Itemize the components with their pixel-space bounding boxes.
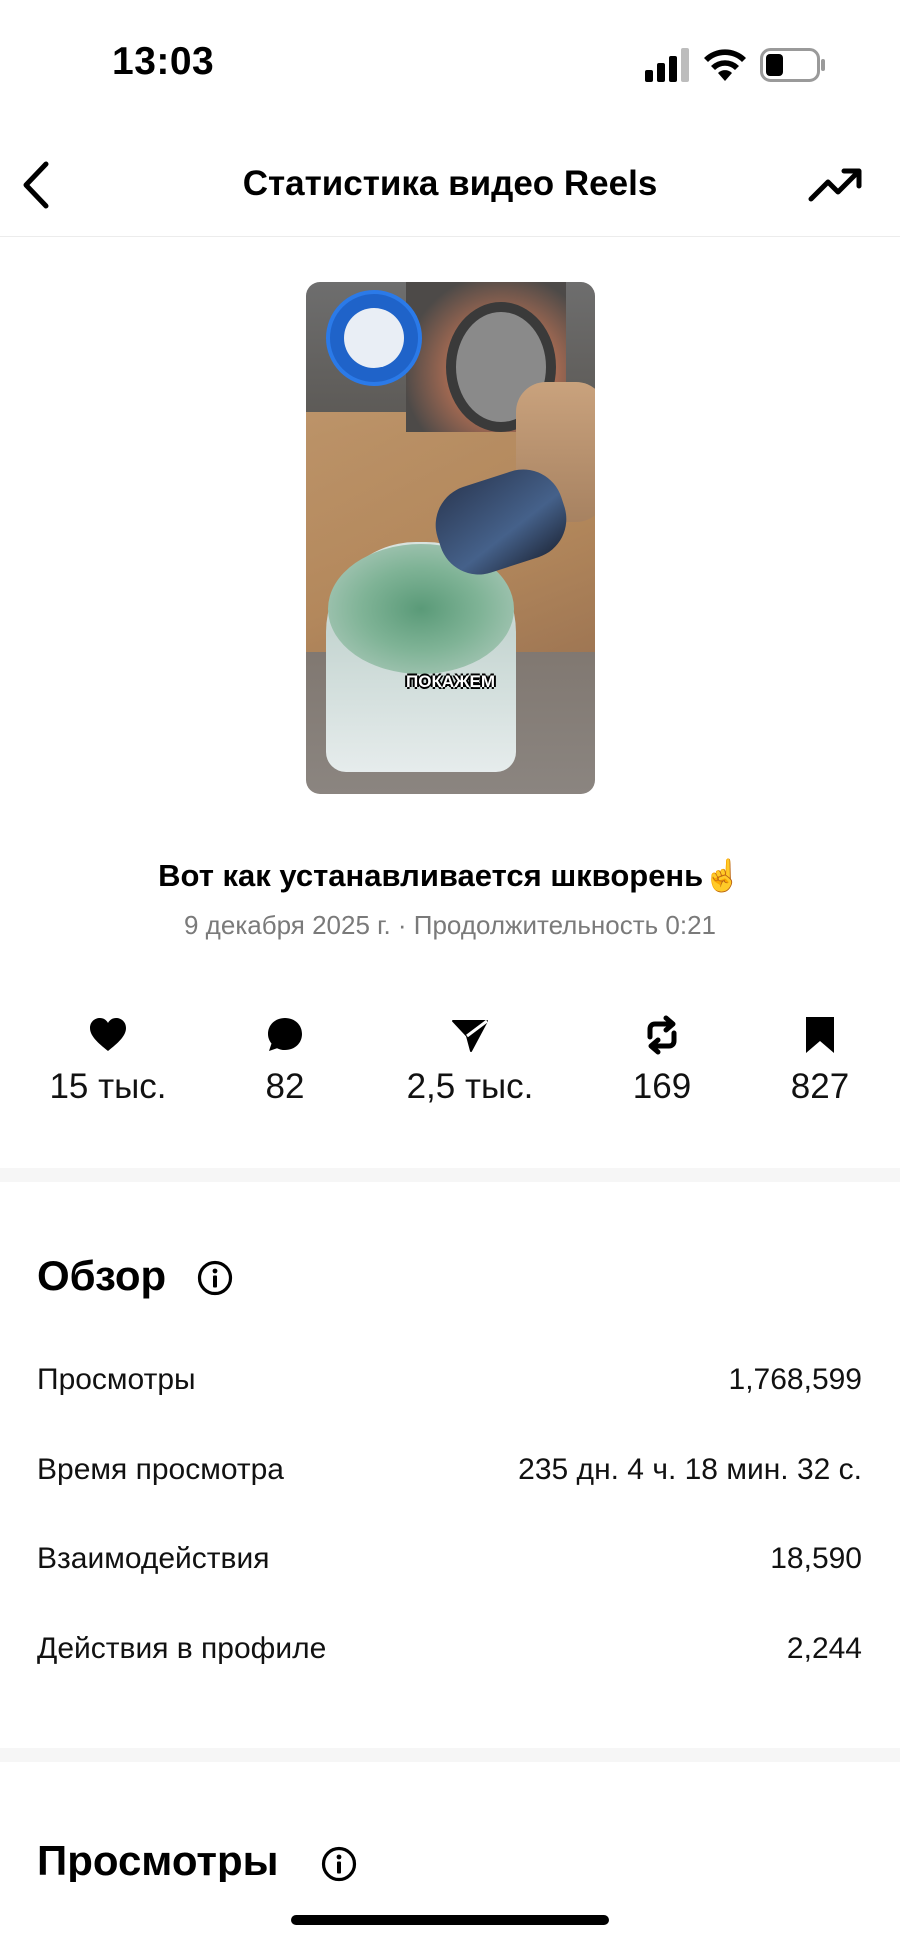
cellular-signal-icon — [645, 48, 689, 82]
stat-comments: 82 — [205, 1015, 365, 1107]
section-separator — [0, 1748, 900, 1762]
overview-row-value: 1,768,599 — [728, 1363, 862, 1396]
video-title: Вот как устанавливается шкворень☝️ — [158, 858, 742, 893]
overview-row-label: Просмотры — [37, 1363, 196, 1396]
views-section-clip: Просмотры — [0, 1780, 900, 1882]
back-arrow-icon[interactable] — [18, 160, 54, 210]
section-separator — [0, 1168, 900, 1182]
header-divider — [0, 236, 900, 237]
bookmark-icon — [806, 1017, 834, 1053]
views-heading: Просмотры — [37, 1837, 279, 1882]
overview-row-label: Действия в профиле — [37, 1632, 327, 1665]
overview-heading: Обзор — [37, 1252, 167, 1299]
overview-row-label: Время просмотра — [37, 1453, 284, 1486]
likes-count: 15 тыс. — [49, 1067, 167, 1106]
page-title: Статистика видео Reels — [242, 164, 658, 203]
video-meta: 9 декабря 2025 г. · Продолжительность 0:… — [184, 910, 716, 940]
trending-up-icon[interactable] — [808, 165, 864, 205]
reposts-count: 169 — [632, 1067, 692, 1106]
home-indicator[interactable] — [291, 1915, 609, 1925]
battery-icon — [760, 48, 825, 82]
heart-icon — [90, 1018, 126, 1051]
channel-logo — [326, 290, 422, 386]
stat-likes: 15 тыс. — [28, 1015, 188, 1107]
overview-row-label: Взаимодействия — [37, 1542, 270, 1575]
info-icon[interactable] — [197, 1260, 233, 1296]
stat-shares: 2,5 тыс. — [390, 1015, 550, 1107]
wifi-icon — [704, 49, 746, 81]
stat-saves: 827 — [740, 1015, 900, 1107]
saves-count: 827 — [790, 1067, 850, 1106]
shares-count: 2,5 тыс. — [406, 1067, 534, 1106]
stat-reposts: 169 — [582, 1015, 742, 1107]
share-send-icon — [452, 1019, 488, 1052]
info-icon[interactable] — [321, 1846, 357, 1882]
thumbnail-caption: ПОКАЖЕМ — [406, 672, 495, 691]
comments-count: 82 — [265, 1067, 305, 1106]
overview-row-value: 235 дн. 4 ч. 18 мин. 32 с. — [518, 1453, 862, 1486]
overview-row-value: 18,590 — [770, 1542, 862, 1575]
status-time: 13:03 — [112, 40, 215, 83]
overview-row-value: 2,244 — [786, 1632, 862, 1665]
repost-icon — [647, 1015, 677, 1055]
video-thumbnail[interactable]: ПОКАЖЕМ — [306, 282, 595, 794]
comment-icon — [268, 1018, 302, 1051]
